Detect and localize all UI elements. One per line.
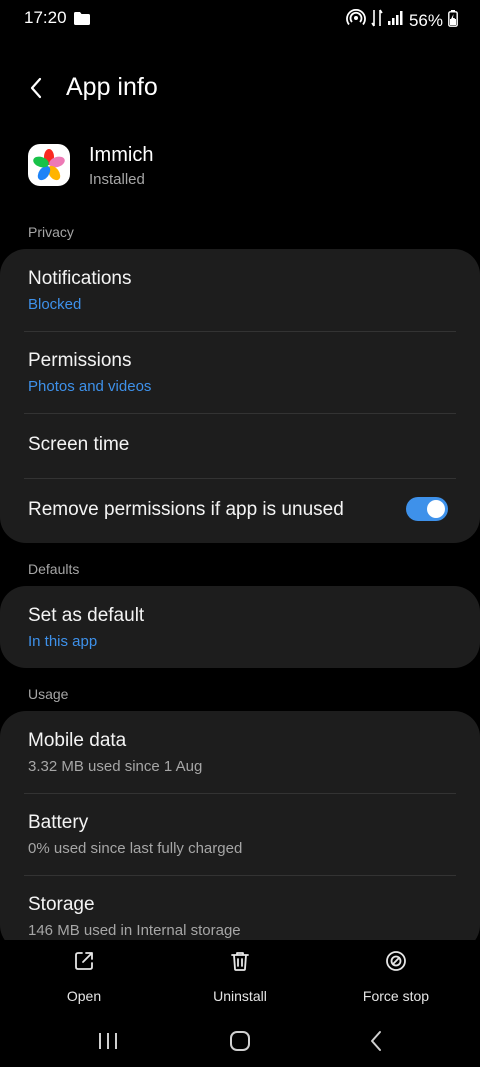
storage-title: Storage bbox=[28, 894, 95, 915]
defaults-card: Set as default In this app bbox=[0, 586, 480, 668]
battery-charging-icon bbox=[448, 9, 458, 32]
app-header: Immich Installed bbox=[0, 140, 480, 200]
app-name: Immich bbox=[89, 144, 154, 166]
section-label-defaults: Defaults bbox=[28, 561, 80, 577]
back-button[interactable] bbox=[20, 72, 52, 104]
storage-subtitle: 146 MB used in Internal storage bbox=[28, 922, 241, 939]
set-as-default-row[interactable]: Set as default In this app bbox=[0, 586, 480, 668]
data-transfer-icon bbox=[371, 8, 383, 33]
mobile-data-subtitle: 3.32 MB used since 1 Aug bbox=[28, 758, 203, 775]
battery-title: Battery bbox=[28, 812, 89, 833]
section-label-privacy: Privacy bbox=[28, 224, 74, 240]
open-label: Open bbox=[66, 988, 102, 1004]
section-label-usage: Usage bbox=[28, 686, 69, 702]
force-stop-icon bbox=[386, 951, 406, 971]
home-button[interactable] bbox=[220, 1028, 260, 1054]
immich-app-icon bbox=[28, 144, 70, 186]
notifications-title: Notifications bbox=[28, 268, 132, 289]
force-stop-label: Force stop bbox=[362, 988, 430, 1004]
permissions-subtitle: Photos and videos bbox=[28, 378, 152, 395]
battery-subtitle: 0% used since last fully charged bbox=[28, 840, 243, 857]
notifications-row[interactable]: Notifications Blocked bbox=[0, 249, 480, 331]
mobile-data-title: Mobile data bbox=[28, 730, 127, 751]
hotspot-icon bbox=[346, 9, 366, 32]
notifications-subtitle: Blocked bbox=[28, 296, 82, 313]
nav-back-button[interactable] bbox=[356, 1028, 396, 1054]
home-icon bbox=[230, 1031, 250, 1051]
system-nav-bar bbox=[0, 1018, 480, 1067]
set-as-default-subtitle: In this app bbox=[28, 633, 98, 650]
recent-apps-icon bbox=[99, 1033, 117, 1049]
mobile-data-row[interactable]: Mobile data 3.32 MB used since 1 Aug bbox=[0, 711, 480, 793]
status-bar: 17:20 56% bbox=[0, 0, 480, 36]
force-stop-button[interactable]: Force stop bbox=[336, 948, 456, 1004]
recent-apps-button[interactable] bbox=[88, 1028, 128, 1054]
trash-icon bbox=[231, 952, 249, 971]
remove-permissions-toggle[interactable] bbox=[406, 497, 448, 521]
folder-icon bbox=[74, 12, 90, 30]
screen-time-row[interactable]: Screen time bbox=[0, 414, 480, 479]
battery-percent: 56% bbox=[408, 10, 443, 30]
battery-row[interactable]: Battery 0% used since last fully charged bbox=[0, 794, 480, 876]
privacy-card: Notifications Blocked Permissions Photos… bbox=[0, 249, 480, 543]
bottom-action-bar: Open Uninstall Force stop bbox=[0, 940, 480, 1010]
screen-time-title: Screen time bbox=[28, 434, 130, 455]
set-as-default-title: Set as default bbox=[28, 605, 145, 626]
status-time: 17:20 bbox=[24, 8, 67, 27]
chevron-left-icon bbox=[30, 77, 42, 99]
uninstall-button[interactable]: Uninstall bbox=[180, 948, 300, 1004]
uninstall-label: Uninstall bbox=[213, 988, 267, 1004]
signal-icon bbox=[387, 11, 404, 30]
remove-permissions-row[interactable]: Remove permissions if app is unused bbox=[0, 479, 480, 543]
page-title: App info bbox=[66, 73, 158, 101]
app-install-status: Installed bbox=[89, 171, 145, 188]
top-app-bar: App info bbox=[0, 62, 480, 112]
open-button[interactable]: Open bbox=[24, 948, 144, 1004]
remove-permissions-title: Remove permissions if app is unused bbox=[28, 499, 344, 520]
permissions-title: Permissions bbox=[28, 350, 132, 371]
permissions-row[interactable]: Permissions Photos and videos bbox=[0, 332, 480, 414]
nav-back-icon bbox=[371, 1031, 381, 1051]
toggle-knob bbox=[427, 500, 445, 518]
open-external-icon bbox=[75, 952, 93, 970]
usage-card: Mobile data 3.32 MB used since 1 Aug Bat… bbox=[0, 711, 480, 951]
